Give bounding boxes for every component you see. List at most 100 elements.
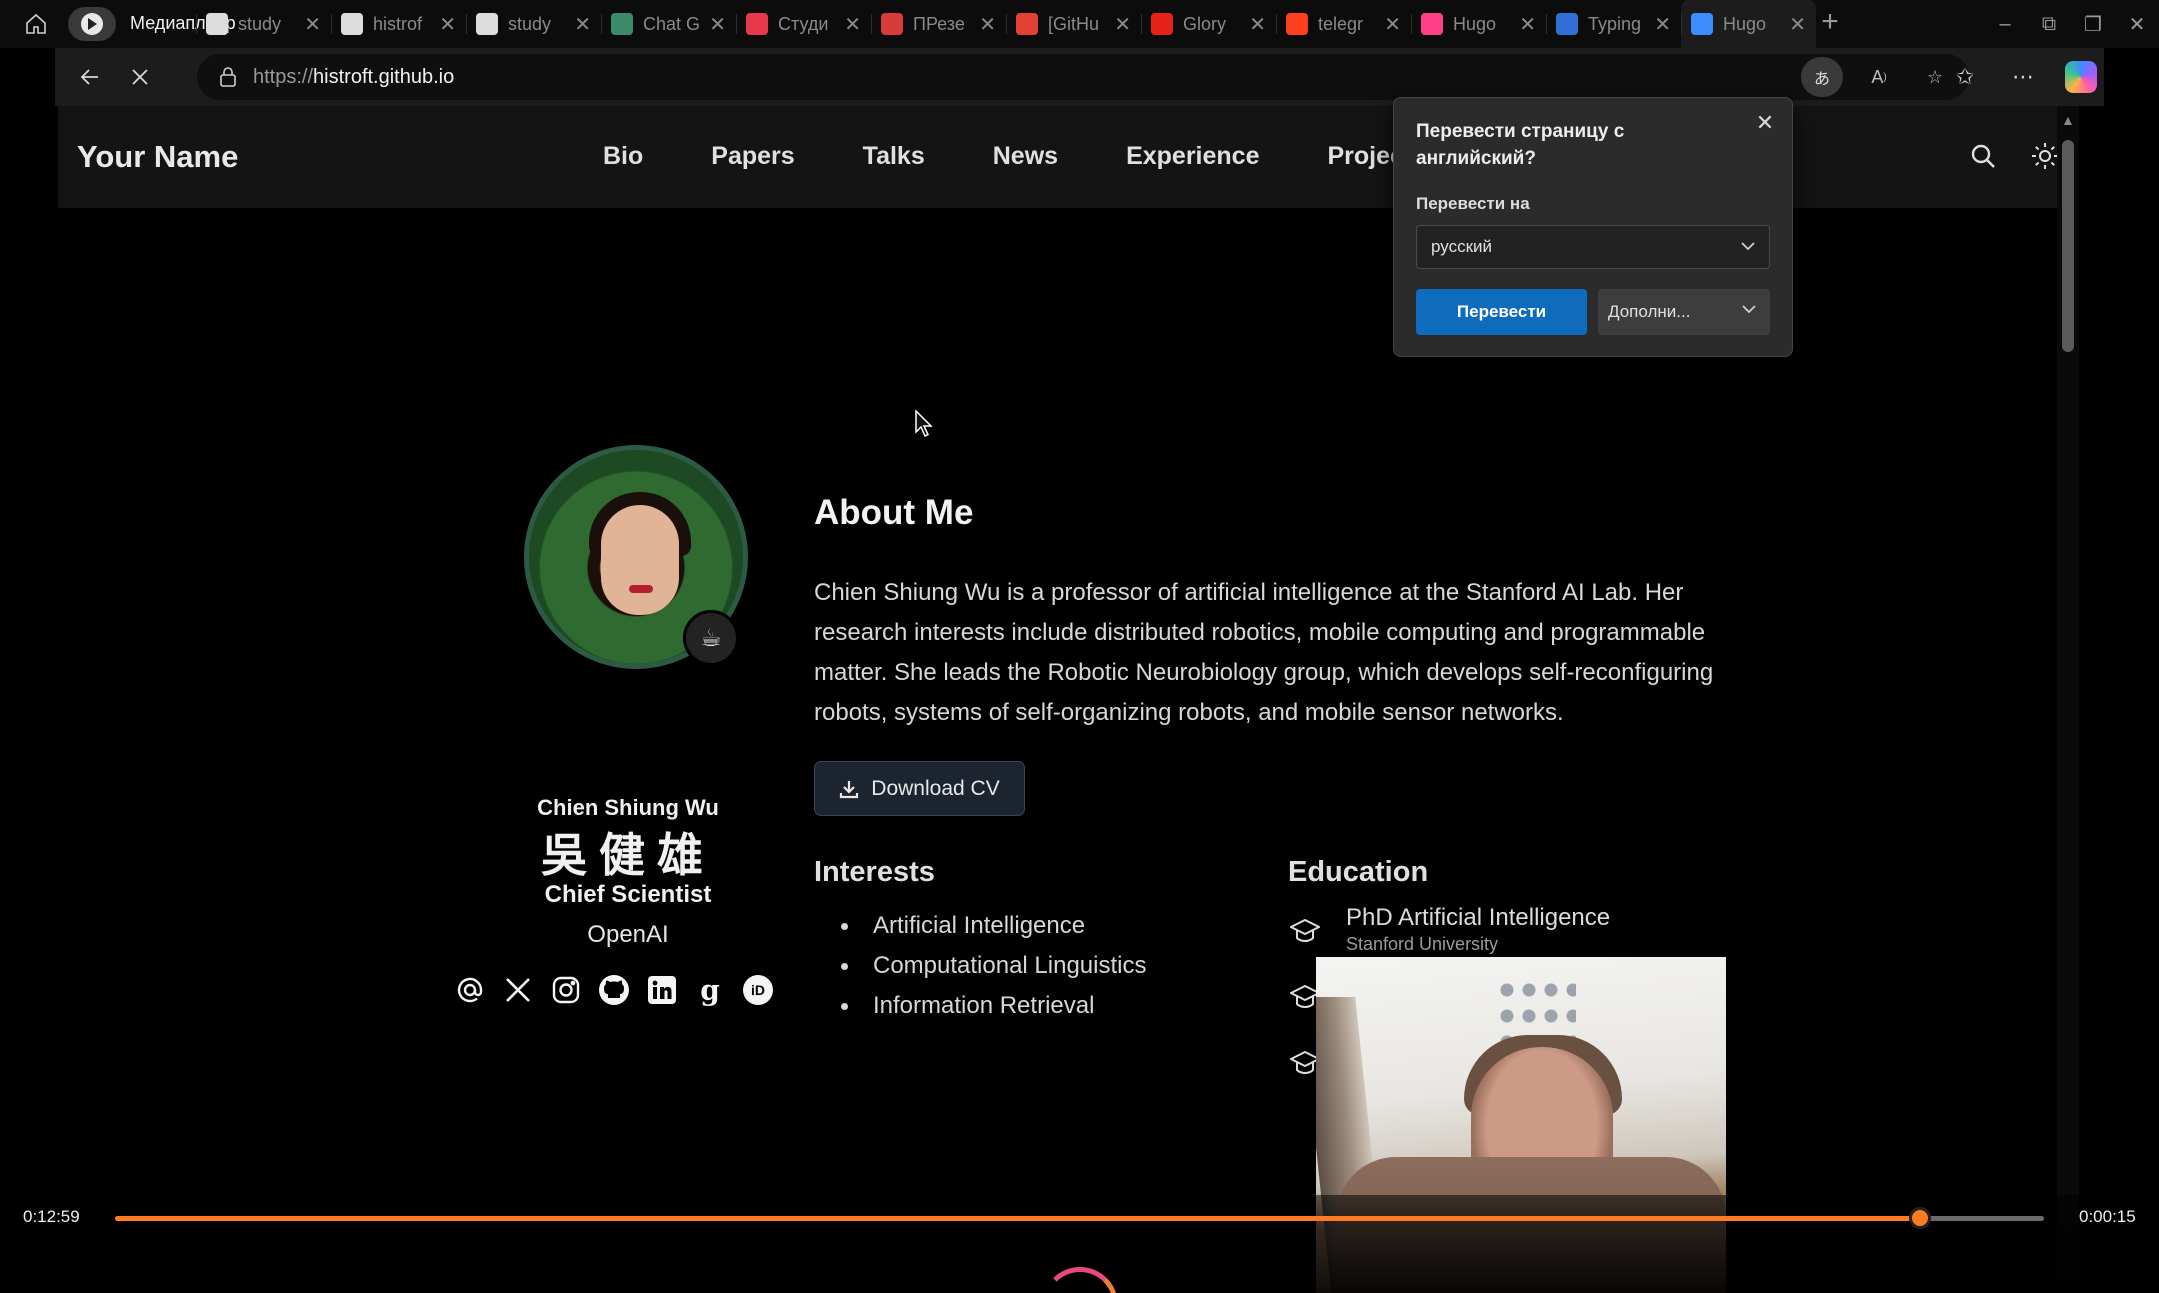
minimize-icon[interactable]: ⧉ [2027, 13, 2071, 36]
profile-organization[interactable]: OpenAI [458, 921, 798, 949]
browser-tab[interactable]: Chat G ✕ [601, 0, 736, 48]
language-select-value: русский [1431, 237, 1493, 256]
browser-tab[interactable]: Hugo ✕ [1411, 0, 1546, 48]
nav-link-papers[interactable]: Papers [711, 142, 794, 171]
minimize-button[interactable]: – [1983, 13, 2027, 36]
browser-tab-strip: Медиаплеер study ✕ histrof ✕ study ✕ Chat G ✕ Ст… [0, 0, 2159, 48]
nav-link-news[interactable]: News [993, 142, 1058, 171]
browser-tab[interactable]: histrof ✕ [331, 0, 466, 48]
google-scholar-icon[interactable]: g [693, 973, 727, 1007]
seek-bar-progress [115, 1216, 1920, 1221]
interest-item: Computational Linguistics [841, 946, 1146, 986]
url-host: histroft.github.io [313, 65, 455, 88]
site-brand[interactable]: Your Name [77, 139, 238, 175]
play-icon [81, 13, 103, 35]
github-icon[interactable] [597, 973, 631, 1007]
more-menu-icon[interactable]: ⋯ [2000, 52, 2046, 102]
address-bar[interactable]: https://histroft.github.io あ A) ☆ [197, 54, 1969, 100]
translate-button[interactable]: Перевести [1416, 289, 1587, 335]
orcid-icon[interactable]: iD [741, 973, 775, 1007]
stop-loading-button[interactable] [115, 52, 165, 102]
tab-close-icon[interactable]: ✕ [574, 12, 591, 37]
tab-close-icon[interactable]: ✕ [1654, 12, 1671, 37]
browser-tab[interactable]: study ✕ [196, 0, 331, 48]
search-icon[interactable] [1967, 140, 1999, 172]
url-scheme: https:// [253, 65, 314, 88]
browser-tab[interactable]: telegr ✕ [1276, 0, 1411, 48]
nav-link-talks[interactable]: Talks [863, 142, 925, 171]
copilot-button[interactable] [2058, 52, 2104, 102]
tab-title: ПРезе [913, 13, 965, 34]
scroll-up-icon[interactable]: ▲ [2061, 112, 2075, 128]
more-options-label: Дополни... [1608, 302, 1691, 321]
tab-close-icon[interactable]: ✕ [1789, 12, 1806, 37]
tab-close-icon[interactable]: ✕ [1384, 12, 1401, 37]
yandex-icon [1286, 13, 1308, 35]
close-icon[interactable]: ✕ [1750, 108, 1780, 138]
profile-role: Chief Scientist [544, 881, 712, 908]
browser-toolbar: https://histroft.github.io あ A) ☆ ✩ ⋯ [55, 48, 2104, 106]
coffee-icon: ☕ [683, 610, 739, 666]
favorites-icon[interactable]: ✩ [1942, 52, 1988, 102]
translate-popup-title: Перевести страницу с английский? [1416, 121, 1625, 169]
back-arrow-icon [80, 69, 98, 85]
interest-item: Artificial Intelligence [841, 906, 1146, 946]
read-aloud-icon[interactable]: A) [1859, 57, 1899, 97]
translate-icon[interactable]: あ [1801, 57, 1843, 97]
seek-handle[interactable] [1908, 1207, 1931, 1229]
download-cv-label: Download CV [871, 776, 1000, 800]
tab-close-icon[interactable]: ✕ [304, 12, 321, 37]
new-tab-button[interactable]: + [1815, 7, 1845, 38]
tab-close-icon[interactable]: ✕ [1249, 12, 1266, 37]
interest-item: Information Retrieval [841, 986, 1146, 1026]
seek-bar[interactable] [115, 1207, 2044, 1229]
more-options-button[interactable]: Дополни... [1598, 289, 1770, 335]
media-player-chip[interactable] [68, 7, 116, 41]
tab-title: Typing [1588, 13, 1642, 34]
tab-title: Chat G [643, 13, 700, 34]
x-icon[interactable] [501, 973, 535, 1007]
tab-close-icon[interactable]: ✕ [439, 12, 456, 37]
instagram-icon[interactable] [549, 973, 583, 1007]
profile-native-name: 吳健雄 [541, 828, 715, 882]
education-title: Education [1288, 856, 1429, 888]
nav-link-bio[interactable]: Bio [603, 142, 643, 171]
nav-link-experience[interactable]: Experience [1126, 142, 1259, 171]
tab-close-icon[interactable]: ✕ [1114, 12, 1131, 37]
remaining-time: 0:00:15 [2079, 1207, 2136, 1226]
tab-close-icon[interactable]: ✕ [979, 12, 996, 37]
github-icon [476, 13, 498, 35]
page-scrollbar[interactable]: ▲ [2057, 106, 2079, 1293]
browser-tab[interactable]: Typing ✕ [1546, 0, 1681, 48]
back-button[interactable] [65, 52, 115, 102]
tab-title: histrof [373, 13, 423, 34]
download-cv-button[interactable]: Download CV [814, 761, 1025, 816]
r-logo-icon [881, 13, 903, 35]
close-window-button[interactable]: ✕ [2115, 12, 2159, 37]
at-sign-icon[interactable] [453, 973, 487, 1007]
download-icon [840, 780, 859, 798]
language-select[interactable]: русский [1416, 225, 1770, 269]
tab-title: Студи [778, 13, 829, 34]
linkedin-icon[interactable] [645, 973, 679, 1007]
browser-tab[interactable]: study ✕ [466, 0, 601, 48]
restore-button[interactable]: ❐ [2071, 12, 2115, 37]
interests-title: Interests [814, 856, 935, 888]
browser-tab[interactable]: Hugo ✕ [1681, 0, 1816, 48]
scrollbar-thumb[interactable] [2062, 140, 2074, 352]
tab-close-icon[interactable]: ✕ [709, 12, 726, 37]
translate-popup: Перевести страницу с английский? ✕ Перев… [1393, 97, 1793, 357]
browser-tab[interactable]: Студи ✕ [736, 0, 871, 48]
translate-target-label: Перевести на [1416, 194, 1530, 213]
github-icon [206, 13, 228, 35]
tab-title: Hugo [1723, 13, 1767, 34]
profile-name: Chien Shiung Wu [537, 795, 719, 820]
home-icon [26, 13, 46, 34]
tab-close-icon[interactable]: ✕ [1519, 12, 1536, 37]
home-button[interactable] [0, 0, 72, 48]
tab-close-icon[interactable]: ✕ [844, 12, 861, 37]
browser-tab[interactable]: [GitHu ✕ [1006, 0, 1141, 48]
browser-tab[interactable]: Glory ✕ [1141, 0, 1276, 48]
gmail-icon [1016, 13, 1038, 35]
browser-tab[interactable]: ПРезе ✕ [871, 0, 1006, 48]
